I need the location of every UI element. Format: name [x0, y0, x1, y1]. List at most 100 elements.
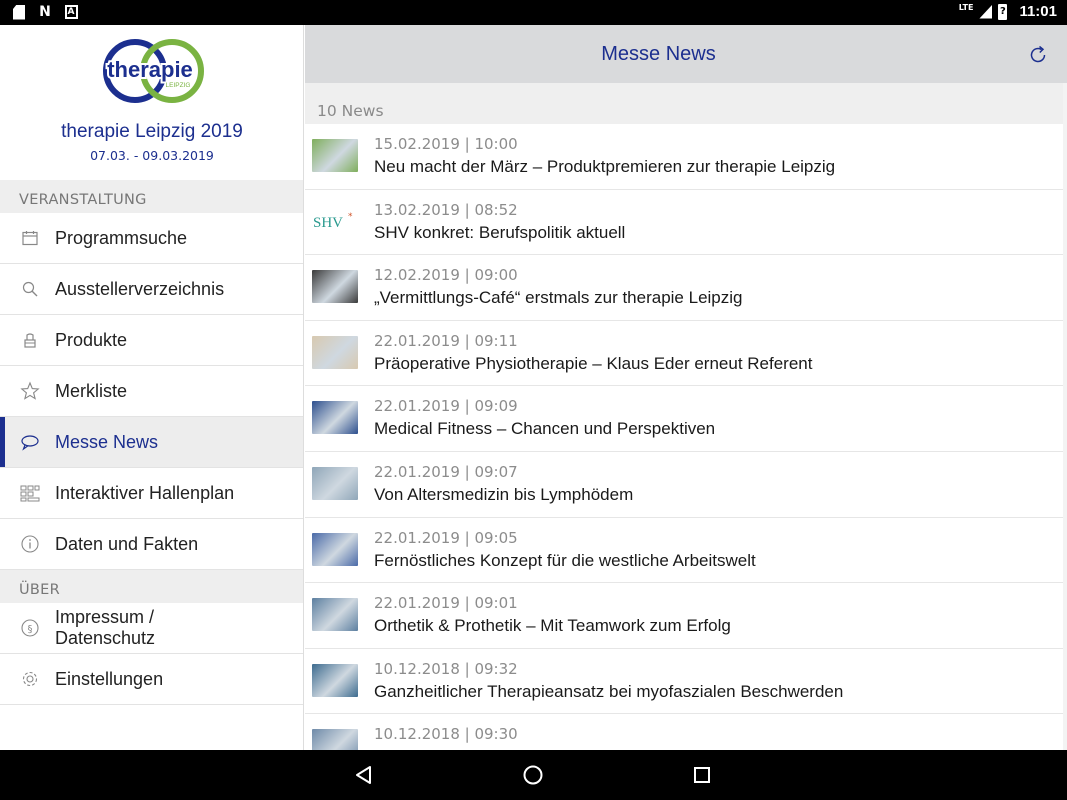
sidebar-item-impressum[interactable]: § Impressum / Datenschutz — [0, 603, 303, 654]
svg-text:SHV: SHV — [313, 215, 343, 231]
news-thumbnail — [312, 532, 358, 566]
news-item[interactable]: 22.01.2019 | 09:01 Orthetik & Prothetik –… — [305, 583, 1063, 649]
news-date: 22.01.2019 | 09:01 — [374, 594, 518, 613]
news-thumbnail — [312, 663, 358, 697]
sidebar-item-daten-fakten[interactable]: Daten und Fakten — [0, 519, 303, 570]
star-icon — [20, 381, 40, 401]
news-count: 10 News — [305, 83, 1067, 124]
news-thumbnail — [312, 729, 358, 750]
news-thumbnail — [312, 466, 358, 500]
sd-card-icon — [12, 4, 26, 20]
news-item[interactable]: 22.01.2019 | 09:07 Von Altersmedizin bis … — [305, 452, 1063, 518]
sidebar-item-label: Produkte — [55, 329, 128, 350]
news-item[interactable]: 10.12.2018 | 09:32 Ganzheitlicher Therapi… — [305, 649, 1063, 715]
news-date: 22.01.2019 | 09:09 — [374, 397, 518, 416]
refresh-button[interactable] — [1027, 44, 1049, 66]
news-item[interactable]: 12.02.2019 | 09:00 „Vermittlungs-Café“ er… — [305, 255, 1063, 321]
refresh-icon — [1030, 45, 1046, 63]
news-thumbnail — [312, 270, 358, 304]
news-date: 22.01.2019 | 09:05 — [374, 528, 518, 547]
news-thumbnail — [312, 598, 358, 632]
news-thumbnail: SHV * — [312, 204, 358, 238]
news-title: „Vermittlungs-Café“ erstmals zur therapi… — [374, 288, 743, 308]
toolbar: Messe News — [305, 25, 1067, 83]
news-thumbnail — [312, 335, 358, 369]
news-title: Orthetik & Prothetik – Mit Teamwork zum … — [374, 616, 731, 636]
sidebar-item-messe-news[interactable]: Messe News — [0, 417, 303, 468]
svg-text:*: * — [348, 212, 353, 222]
back-button[interactable] — [352, 763, 376, 787]
brand-header: therapie LEIPZIG therapie Leipzig 2019 0… — [0, 25, 303, 180]
section-header-ueber: ÜBER — [0, 570, 303, 603]
news-list: 15.02.2019 | 10:00 Neu macht der März – P… — [305, 124, 1063, 750]
news-item[interactable]: 22.01.2019 | 09:09 Medical Fitness – Chan… — [305, 386, 1063, 452]
news-item[interactable]: 10.12.2018 | 09:30 — [305, 714, 1063, 750]
sidebar-item-einstellungen[interactable]: Einstellungen — [0, 654, 303, 705]
news-date: 13.02.2019 | 08:52 — [374, 200, 518, 219]
sidebar-item-label: Interaktiver Hallenplan — [55, 482, 235, 503]
news-thumbnail — [312, 401, 358, 435]
clock: 11:01 — [1019, 3, 1057, 20]
sidebar-item-label: Impressum / Datenschutz — [55, 607, 156, 648]
news-item[interactable]: 22.01.2019 | 09:11 Präoperative Physiothe… — [305, 321, 1063, 387]
home-button[interactable] — [521, 763, 545, 787]
news-date: 15.02.2019 | 10:00 — [374, 135, 518, 153]
news-date: 12.02.2019 | 09:00 — [374, 266, 518, 285]
sidebar-item-hallenplan[interactable]: Interaktiver Hallenplan — [0, 468, 303, 519]
svg-text:§: § — [28, 624, 33, 635]
sidebar-item-label: Ausstellerverzeichnis — [55, 278, 225, 299]
news-date: 22.01.2019 | 09:07 — [374, 462, 518, 481]
sidebar-item-label: Einstellungen — [55, 668, 164, 689]
news-title: Medical Fitness – Chancen und Perspektiv… — [374, 419, 716, 439]
sidebar-item-label: Daten und Fakten — [55, 533, 199, 554]
news-title: Präoperative Physiotherapie – Klaus Eder… — [374, 353, 813, 373]
sidebar-item-programmsuche[interactable]: Programmsuche — [0, 213, 303, 264]
back-triangle-icon — [356, 766, 371, 784]
product-icon — [20, 330, 40, 350]
news-title: Fernöstliches Konzept für die westliche … — [374, 550, 756, 570]
news-panel: Messe News 10 News 15.02.2019 | 10:00 Neu… — [305, 25, 1067, 750]
font-a-icon: A — [64, 4, 78, 20]
home-circle-icon — [523, 765, 543, 785]
sidebar-item-label: Merkliste — [55, 380, 128, 401]
signal-icon — [979, 4, 993, 19]
sidebar-item-ausstellerverzeichnis[interactable]: Ausstellerverzeichnis — [0, 264, 303, 315]
sidebar-item-merkliste[interactable]: Merkliste — [0, 366, 303, 417]
therapie-logo: therapie LEIPZIG — [103, 39, 204, 103]
network-type-label: LTE — [958, 2, 974, 12]
floorplan-icon — [20, 483, 40, 503]
news-title: Ganzheitlicher Therapieansatz bei myofas… — [374, 681, 844, 701]
nfc-n-icon: N — [39, 4, 51, 20]
recents-square-icon — [694, 767, 710, 783]
search-icon — [20, 279, 40, 299]
sidebar-item-produkte[interactable]: Produkte — [0, 315, 303, 366]
status-bar: N A LTE ? 11:01 — [0, 0, 1067, 25]
news-date: 22.01.2019 | 09:11 — [374, 331, 518, 350]
calendar-icon — [20, 228, 40, 248]
sidebar-item-label: Programmsuche — [55, 227, 188, 248]
svg-text:LEIPZIG: LEIPZIG — [166, 82, 191, 89]
svg-text:therapie: therapie — [107, 57, 193, 82]
navigation-drawer: therapie LEIPZIG therapie Leipzig 2019 0… — [0, 25, 304, 750]
news-item[interactable]: 15.02.2019 | 10:00 Neu macht der März – P… — [305, 124, 1063, 190]
section-header-veranstaltung: VERANSTALTUNG — [0, 180, 303, 213]
news-title: Von Altersmedizin bis Lymphödem — [374, 484, 634, 504]
news-title: SHV konkret: Berufspolitik aktuell — [374, 222, 626, 242]
news-item[interactable]: SHV * 13.02.2019 | 08:52 SHV konkret: Beruf… — [305, 190, 1063, 256]
paragraph-icon: § — [20, 618, 40, 638]
news-title: Neu macht der März – Produktpremieren zu… — [374, 157, 836, 176]
system-navigation-bar — [0, 750, 1067, 800]
news-item[interactable]: 22.01.2019 | 09:05 Fernöstliches Konzept … — [305, 518, 1063, 584]
news-date: 10.12.2018 | 09:30 — [374, 725, 518, 744]
recents-button[interactable] — [690, 763, 714, 787]
event-title: therapie Leipzig 2019 — [61, 121, 243, 142]
battery-icon: ? — [998, 3, 1008, 20]
info-icon — [20, 534, 40, 554]
event-dates: 07.03. - 09.03.2019 — [90, 148, 214, 163]
gear-icon — [20, 669, 40, 689]
page-title: Messe News — [601, 43, 716, 65]
news-thumbnail — [312, 139, 358, 172]
scrollbar[interactable] — [1063, 83, 1067, 750]
news-date: 10.12.2018 | 09:32 — [374, 659, 518, 678]
sidebar-item-label: Messe News — [55, 431, 159, 452]
